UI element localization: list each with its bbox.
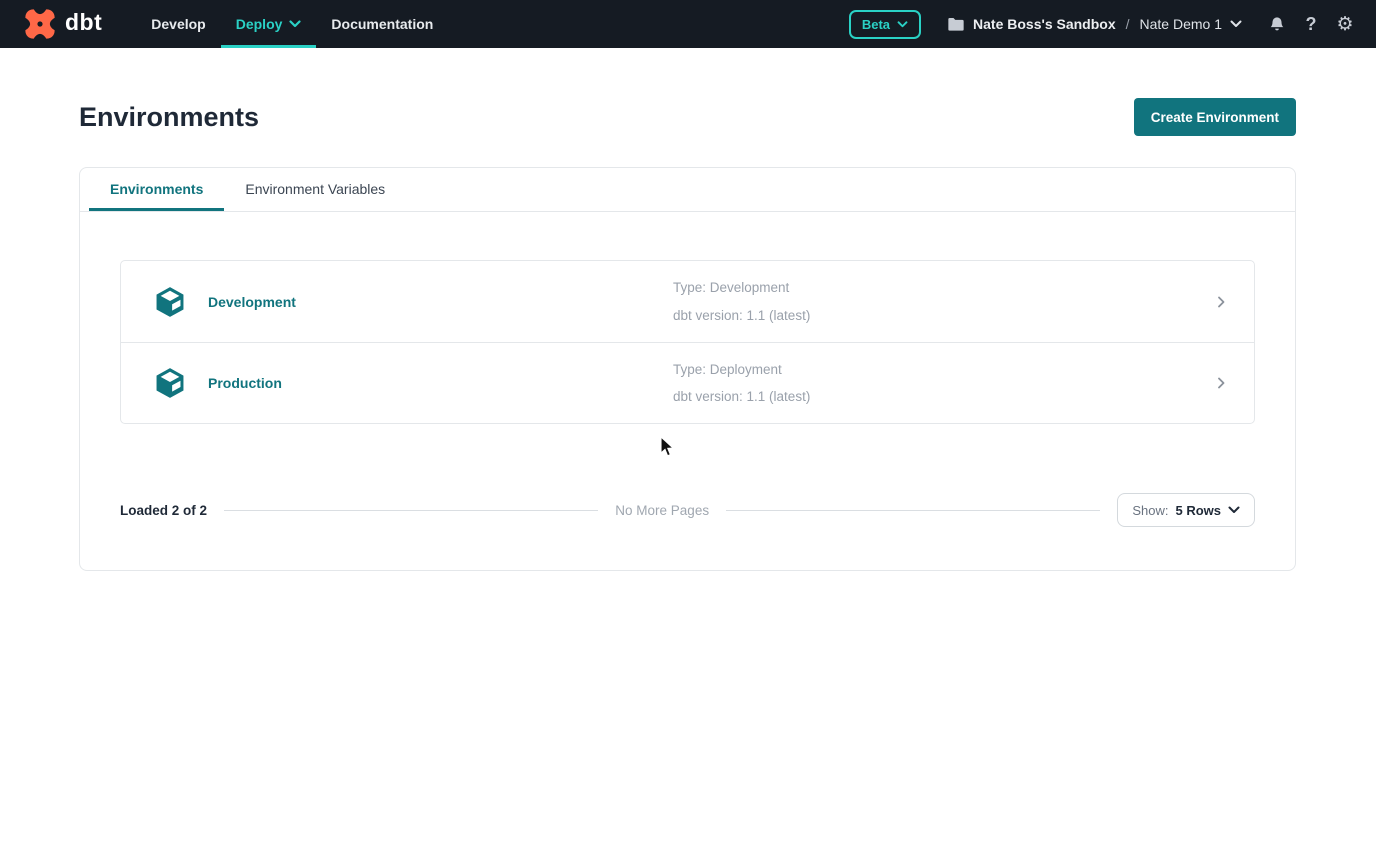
loaded-count-label: Loaded 2 of 2 — [120, 503, 207, 518]
primary-nav: Develop Deploy Documentation — [136, 0, 448, 48]
environment-list: Development Type: Development dbt versio… — [120, 260, 1255, 424]
brand-name: dbt — [65, 11, 102, 37]
nav-item-develop[interactable]: Develop — [136, 0, 220, 48]
project-name: Nate Demo 1 — [1140, 16, 1222, 32]
nav-item-documentation[interactable]: Documentation — [316, 0, 448, 48]
page-title: Environments — [79, 102, 259, 133]
navbar-right: Beta Nate Boss's Sandbox / Nate Demo 1 — [849, 10, 1356, 39]
environment-name: Development — [208, 294, 296, 310]
row-left: Development — [153, 285, 673, 319]
account-name: Nate Boss's Sandbox — [973, 16, 1116, 32]
no-more-pages-label: No More Pages — [615, 503, 709, 518]
environments-card: Environments Environment Variables Devel… — [79, 167, 1296, 571]
divider-line — [726, 510, 1100, 511]
chevron-down-icon — [1230, 20, 1242, 28]
environment-row-development[interactable]: Development Type: Development dbt versio… — [121, 261, 1254, 342]
nav-item-label: Develop — [151, 16, 205, 32]
environment-type: Type: Deployment — [673, 363, 1214, 377]
chevron-down-icon — [897, 21, 908, 28]
chevron-down-icon — [289, 20, 301, 28]
environment-version: dbt version: 1.1 (latest) — [673, 390, 1214, 404]
show-label: Show: — [1132, 503, 1168, 518]
account-project-switcher[interactable]: Nate Boss's Sandbox / Nate Demo 1 — [947, 16, 1242, 32]
environment-cube-icon — [153, 285, 187, 319]
environment-name: Production — [208, 375, 282, 391]
nav-item-label: Deploy — [236, 16, 283, 32]
beta-dropdown[interactable]: Beta — [849, 10, 921, 39]
pagination-bar: Loaded 2 of 2 No More Pages Show: 5 Rows — [120, 493, 1255, 527]
breadcrumb-separator: / — [1126, 16, 1130, 32]
dbt-brand[interactable]: dbt — [22, 6, 102, 42]
page-header: Environments Create Environment — [0, 98, 1376, 136]
tab-environment-variables[interactable]: Environment Variables — [224, 168, 406, 211]
divider-line — [224, 510, 598, 511]
rows-per-page-dropdown[interactable]: Show: 5 Rows — [1117, 493, 1255, 527]
show-value: 5 Rows — [1175, 503, 1221, 518]
create-environment-button[interactable]: Create Environment — [1134, 98, 1296, 136]
notifications-bell-icon[interactable] — [1266, 13, 1288, 35]
nav-item-deploy[interactable]: Deploy — [221, 0, 317, 48]
help-icon[interactable]: ? — [1300, 13, 1322, 35]
row-meta: Type: Development dbt version: 1.1 (late… — [673, 281, 1214, 322]
chevron-right-icon — [1214, 295, 1228, 309]
environment-cube-icon — [153, 366, 187, 400]
chevron-right-icon — [1214, 376, 1228, 390]
environment-type: Type: Development — [673, 281, 1214, 295]
chevron-down-icon — [1228, 506, 1240, 514]
environment-row-production[interactable]: Production Type: Deployment dbt version:… — [121, 342, 1254, 423]
folder-icon — [947, 17, 965, 32]
navbar-icon-group: ? ⚙ — [1266, 13, 1356, 35]
environment-version: dbt version: 1.1 (latest) — [673, 309, 1214, 323]
card-tabbar: Environments Environment Variables — [80, 168, 1295, 212]
beta-label: Beta — [862, 17, 890, 32]
dbt-logo-icon — [22, 6, 58, 42]
settings-gear-icon[interactable]: ⚙ — [1334, 13, 1356, 35]
top-navbar: dbt Develop Deploy Documentation Beta Na… — [0, 0, 1376, 48]
tab-environments[interactable]: Environments — [89, 168, 224, 211]
row-meta: Type: Deployment dbt version: 1.1 (lates… — [673, 363, 1214, 404]
nav-item-label: Documentation — [331, 16, 433, 32]
row-left: Production — [153, 366, 673, 400]
